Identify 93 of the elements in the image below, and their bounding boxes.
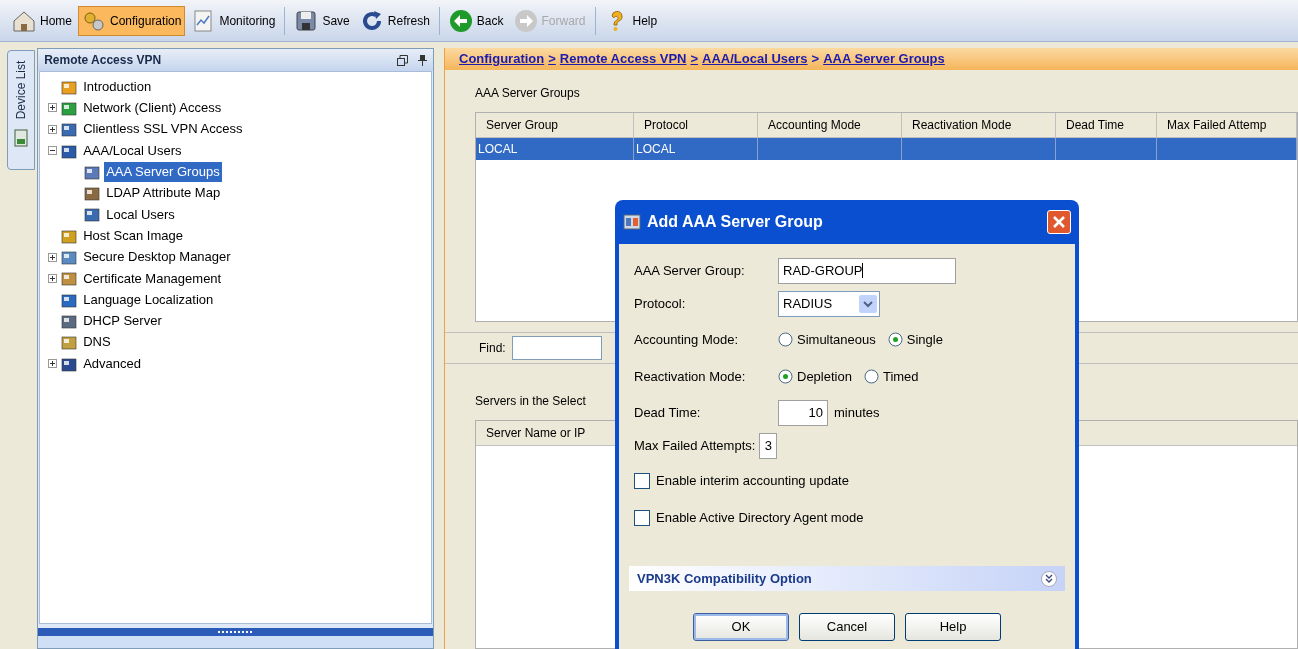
breadcrumb-link[interactable]: AAA Server Groups	[823, 49, 945, 69]
section-header[interactable]: VPN3K Compatibility Option	[629, 566, 1065, 591]
protocol-dropdown[interactable]: RADIUS	[778, 291, 880, 317]
tree-item[interactable]: LDAP Attribute Map	[104, 183, 223, 203]
section-label: AAA Server Groups	[475, 85, 581, 102]
expand-icon[interactable]	[48, 124, 58, 134]
radio-option[interactable]: Depletion	[778, 366, 852, 387]
field-label: Accounting Mode:	[634, 330, 740, 349]
node-icon	[84, 185, 101, 202]
column-header[interactable]: Dead Time	[1056, 113, 1157, 137]
number-field[interactable]: 3	[759, 433, 778, 459]
toolbar-button[interactable]: Save	[290, 5, 354, 36]
dialog-button[interactable]: Cancel	[799, 613, 895, 641]
node-icon	[61, 291, 78, 308]
node-icon	[84, 163, 101, 180]
table-cell: LOCAL	[476, 138, 634, 160]
tree-item[interactable]: Certificate Management	[81, 268, 224, 289]
field-label: AAA Server Group:	[634, 261, 746, 280]
expand-icon[interactable]	[48, 252, 58, 262]
field-label: Protocol:	[634, 295, 687, 314]
toolbar-button[interactable]: Monitoring	[187, 5, 280, 36]
column-header[interactable]: Accounting Mode	[758, 113, 902, 137]
breadcrumb-separator: >	[811, 50, 820, 69]
tree-item[interactable]: Advanced	[81, 353, 144, 374]
node-icon	[61, 78, 78, 95]
app-icon	[623, 214, 641, 230]
device-icon	[14, 129, 29, 147]
tree-item[interactable]: Introduction	[81, 76, 154, 97]
tree-item[interactable]: AAA Server Groups	[104, 162, 222, 182]
dialog-button[interactable]: OK	[693, 613, 789, 641]
node-icon	[61, 312, 78, 329]
column-header[interactable]: Protocol	[634, 113, 758, 137]
tree-item[interactable]: Language Localization	[81, 289, 216, 310]
toolbar-button[interactable]: Home	[8, 5, 76, 36]
dialog-title: Add AAA Server Group	[647, 212, 823, 232]
tree-item[interactable]: Local Users	[104, 204, 177, 225]
tree-item[interactable]: AAA/Local Users	[81, 140, 184, 161]
radio-option[interactable]: Timed	[863, 366, 919, 387]
tree-item[interactable]: DNS	[81, 332, 113, 352]
field-label: Reactivation Mode:	[634, 367, 747, 386]
tree-item[interactable]: DHCP Server	[81, 311, 164, 331]
expand-icon[interactable]	[48, 103, 58, 113]
tree-item[interactable]: Host Scan Image	[81, 225, 185, 246]
field-label: Dead Time:	[634, 403, 702, 422]
section-title: VPN3K Compatibility Option	[637, 569, 812, 588]
grip-icon	[217, 630, 254, 634]
number-field[interactable]: 10	[778, 399, 828, 426]
column-header[interactable]: Reactivation Mode	[902, 113, 1056, 137]
find-field[interactable]	[511, 336, 602, 360]
tree-item[interactable]: Clientless SSL VPN Access	[81, 119, 245, 139]
column-header[interactable]: Server Group	[476, 113, 634, 137]
radio-option[interactable]: Single	[887, 329, 943, 350]
node-icon	[61, 355, 78, 372]
expand-icon[interactable]	[48, 359, 58, 368]
restore-icon[interactable]	[397, 54, 409, 66]
section-label: Servers in the Select	[475, 393, 587, 410]
device-list-tab[interactable]: Device List	[7, 50, 36, 170]
toolbar-button[interactable]: Help	[600, 5, 662, 36]
node-icon	[61, 270, 78, 287]
close-icon	[1053, 216, 1065, 228]
breadcrumb-link[interactable]: AAA/Local Users	[702, 49, 808, 69]
toolbar-button[interactable]: Back	[444, 5, 508, 36]
tab-label: Device List	[13, 60, 30, 120]
close-button[interactable]	[1047, 210, 1071, 234]
node-icon	[61, 334, 78, 351]
node-icon	[61, 121, 78, 138]
table-cell: LOCAL	[634, 138, 758, 160]
node-icon	[61, 142, 78, 159]
collapse-icon[interactable]	[48, 146, 58, 156]
breadcrumb-separator: >	[548, 50, 556, 69]
node-icon	[61, 99, 78, 116]
unit-label: minutes	[834, 403, 880, 422]
toolbar-button[interactable]: Refresh	[355, 5, 434, 36]
node-icon	[84, 206, 101, 223]
breadcrumb-link[interactable]: Configuration	[459, 49, 545, 69]
table-row[interactable]: LOCAL LOCAL	[476, 138, 1297, 160]
checkbox-option[interactable]: Enable interim accounting update	[634, 462, 849, 499]
text-field[interactable]: RAD-GROUP	[778, 257, 956, 284]
tree-item[interactable]: Secure Desktop Manager	[81, 247, 233, 267]
expand-icon[interactable]	[48, 273, 58, 283]
breadcrumb-separator: >	[690, 50, 699, 69]
radio-option[interactable]: Simultaneous	[778, 329, 876, 350]
panel-title: Remote Access VPN	[44, 52, 162, 69]
pin-icon[interactable]	[418, 54, 428, 66]
find-label: Find:	[479, 340, 506, 357]
breadcrumb-link[interactable]: Remote Access VPN	[559, 49, 687, 69]
node-icon	[61, 249, 78, 265]
node-icon	[61, 227, 78, 244]
tree-item[interactable]: Network (Client) Access	[81, 98, 224, 118]
dialog-button[interactable]: Help	[905, 613, 1001, 641]
toolbar-button[interactable]: Configuration	[78, 5, 186, 36]
checkbox-option[interactable]: Enable Active Directory Agent mode	[634, 499, 864, 536]
column-header[interactable]: Max Failed Attemp	[1157, 113, 1297, 137]
